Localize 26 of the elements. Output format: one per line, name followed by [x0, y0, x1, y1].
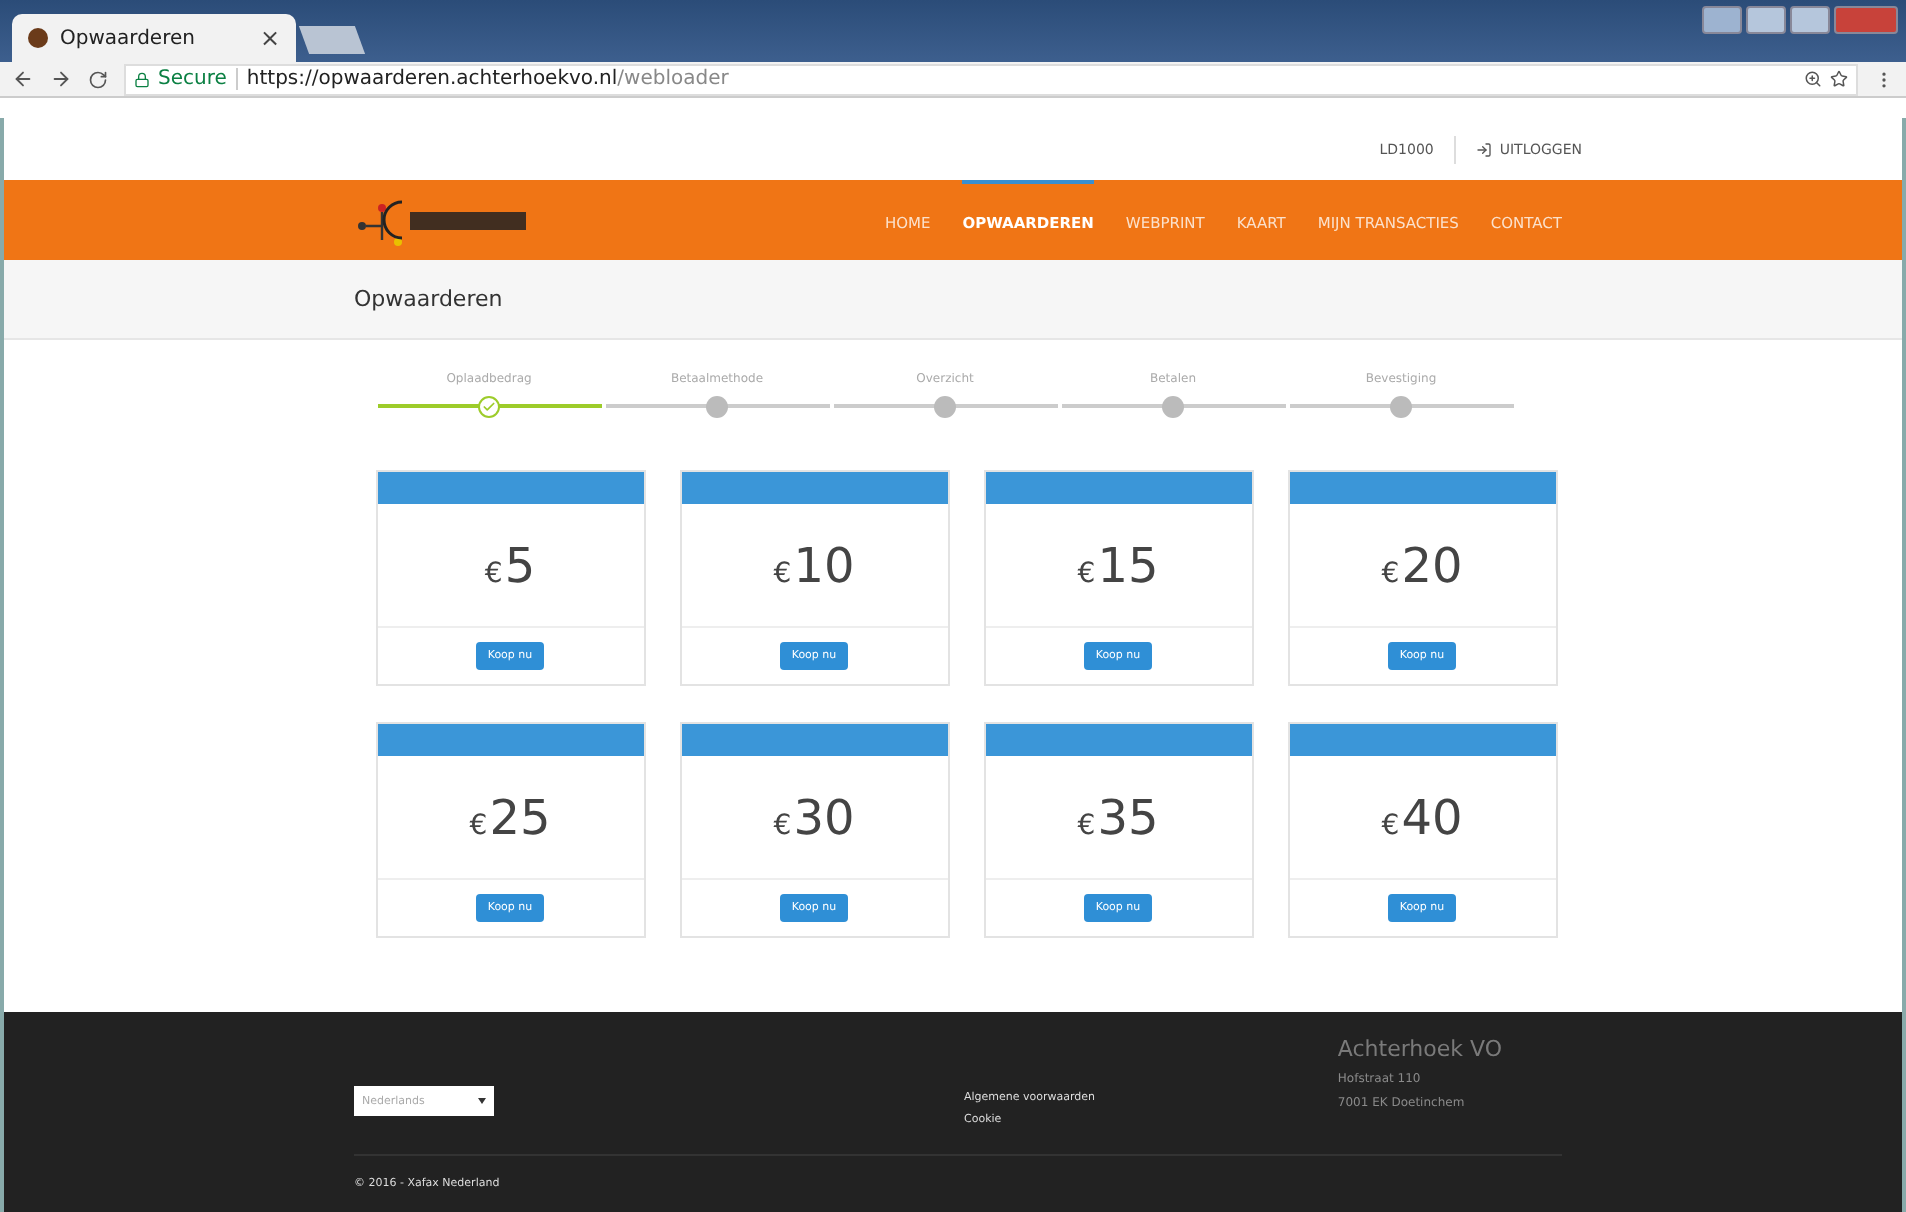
price-text: €40: [1381, 789, 1463, 845]
price-text: €25: [469, 789, 551, 845]
forward-icon[interactable]: [50, 68, 72, 90]
caret-icon: [478, 1098, 486, 1104]
address-bar[interactable]: Secure https://opwaarderen.achterhoekvo.nl/webloader: [124, 63, 1858, 95]
page-title: Opwaarderen: [354, 286, 503, 312]
browser-tab[interactable]: Opwaarderen ×: [12, 14, 296, 62]
star-icon[interactable]: [1830, 70, 1848, 88]
close-tab-icon[interactable]: ×: [259, 24, 280, 52]
favicon-icon: [28, 28, 48, 48]
price-text: €15: [1077, 537, 1159, 593]
tab-title: Opwaarderen: [60, 27, 195, 49]
price-text: €10: [773, 537, 855, 593]
url-text: https://opwaarderen.achterhoekvo.nl/webloader: [246, 68, 729, 90]
price-text: €30: [773, 789, 855, 845]
back-icon[interactable]: [12, 68, 34, 90]
zoom-icon[interactable]: [1804, 70, 1822, 88]
organization-name: Achterhoek VO: [1337, 1036, 1502, 1062]
logout-icon: [1475, 141, 1492, 157]
price-text: €5: [484, 537, 536, 593]
secure-label: Secure: [158, 68, 239, 90]
price-text: €35: [1077, 789, 1159, 845]
price-text: €20: [1381, 537, 1463, 593]
reload-icon[interactable]: [88, 69, 108, 89]
lock-icon: [134, 71, 150, 87]
new-tab-button[interactable]: [298, 26, 366, 54]
